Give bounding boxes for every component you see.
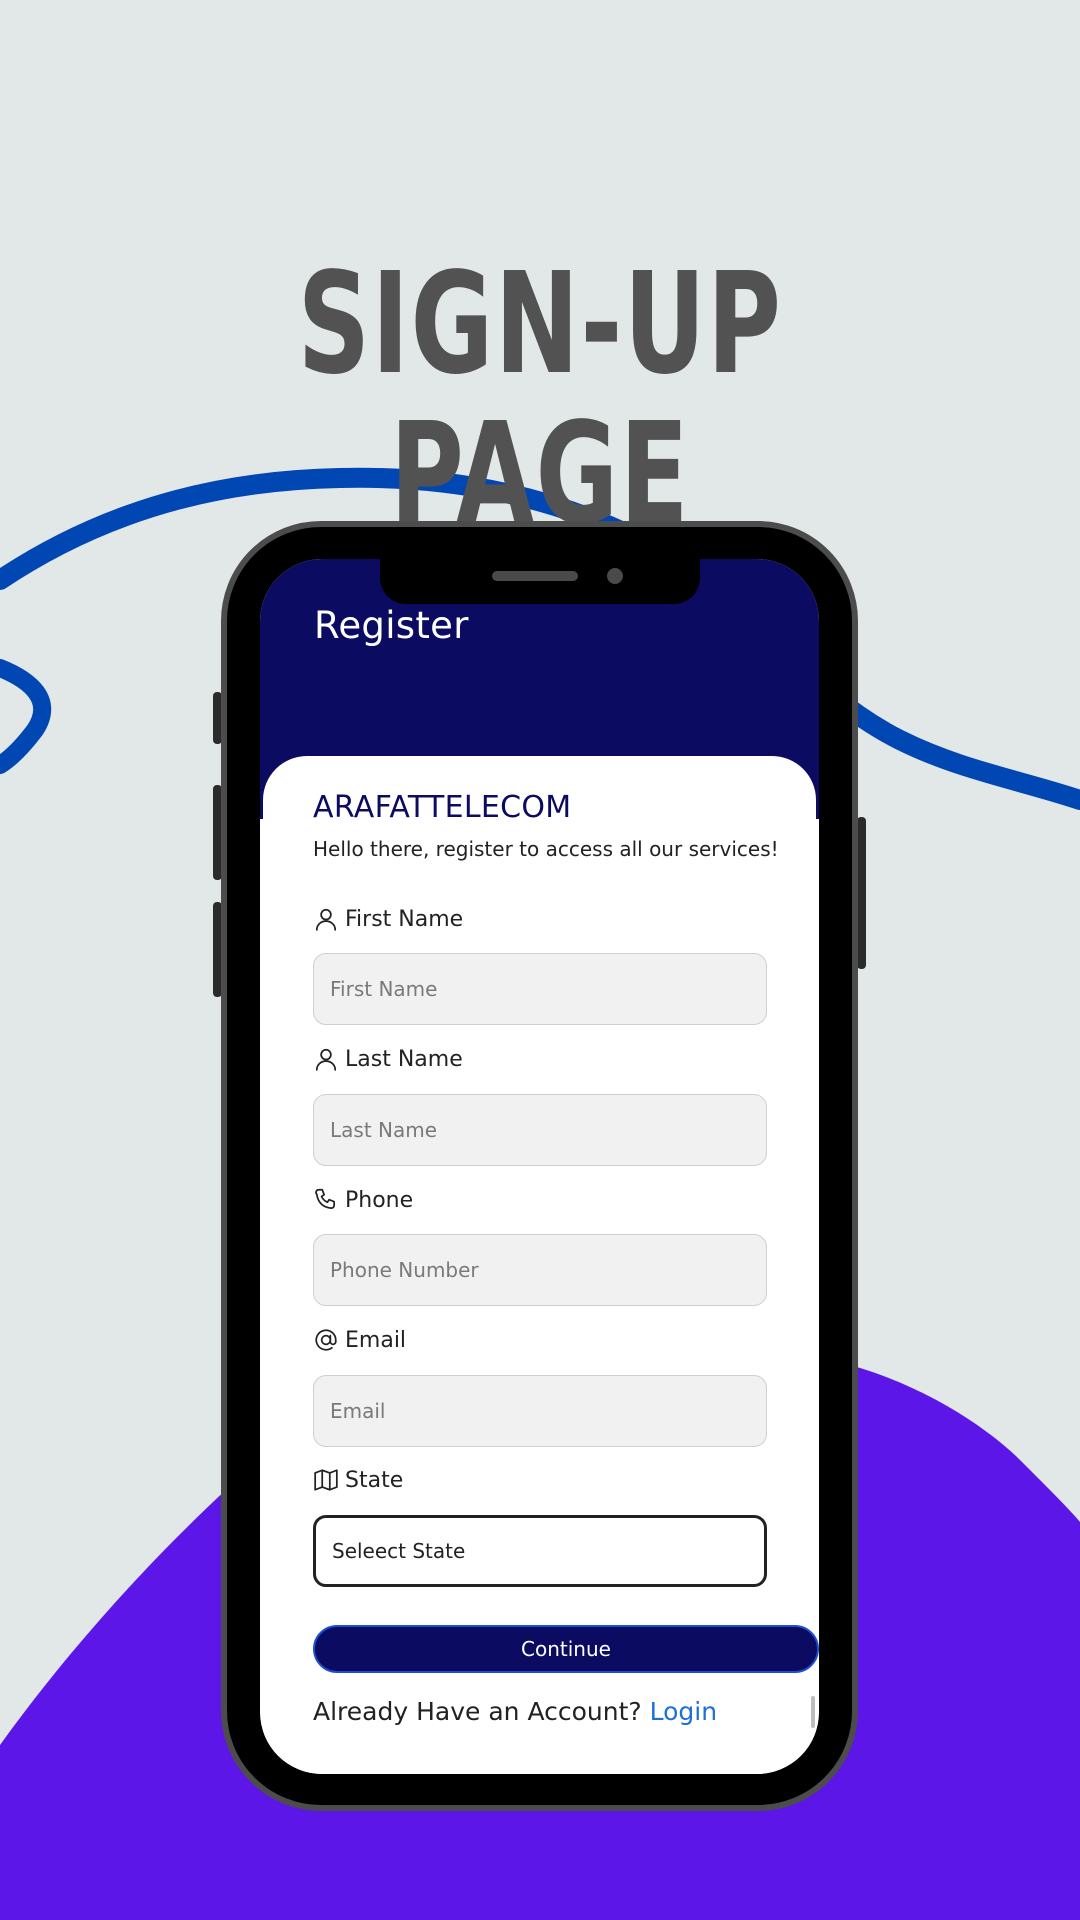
state-label: State	[313, 1465, 403, 1495]
login-link[interactable]: Login	[650, 1697, 717, 1726]
page-headline: SIGN-UP PAGE	[297, 243, 783, 556]
state-select[interactable]: Seleect State	[313, 1515, 767, 1587]
user-icon	[313, 1046, 339, 1072]
first-name-input[interactable]	[313, 953, 767, 1025]
last-name-label: Last Name	[313, 1044, 463, 1074]
welcome-subtitle: Hello there, register to access all our …	[313, 837, 779, 861]
first-name-label-text: First Name	[345, 906, 464, 932]
at-icon	[313, 1327, 339, 1353]
login-row: Already Have an Account? Login	[313, 1697, 717, 1726]
blue-swoosh-loop	[0, 659, 52, 774]
app-screen: Register ARAFATTELECOM Hello there, regi…	[260, 559, 819, 1774]
phone-notch	[380, 559, 700, 604]
state-label-text: State	[345, 1467, 404, 1493]
user-icon	[313, 906, 339, 932]
email-label: Email	[313, 1325, 406, 1355]
phone-number-input[interactable]	[313, 1234, 767, 1306]
phone-power-button	[857, 817, 866, 969]
login-prompt: Already Have an Account?	[313, 1697, 642, 1726]
map-icon	[313, 1467, 339, 1493]
phone-icon	[313, 1187, 339, 1213]
last-name-input[interactable]	[313, 1094, 767, 1166]
last-name-label-text: Last Name	[345, 1046, 463, 1072]
phone-label-text: Phone	[345, 1187, 414, 1213]
continue-button[interactable]: Continue	[313, 1625, 819, 1673]
first-name-label: First Name	[313, 904, 463, 934]
phone-camera	[607, 568, 623, 584]
scrollbar[interactable]	[811, 1696, 815, 1728]
continue-button-label: Continue	[521, 1637, 611, 1661]
brand-name: ARAFATTELECOM	[313, 790, 572, 825]
state-select-value: Seleect State	[332, 1539, 466, 1563]
phone-label: Phone	[313, 1185, 413, 1215]
email-label-text: Email	[345, 1327, 407, 1353]
app-title: Register	[314, 604, 469, 647]
email-input[interactable]	[313, 1375, 767, 1447]
phone-speaker	[492, 571, 578, 581]
